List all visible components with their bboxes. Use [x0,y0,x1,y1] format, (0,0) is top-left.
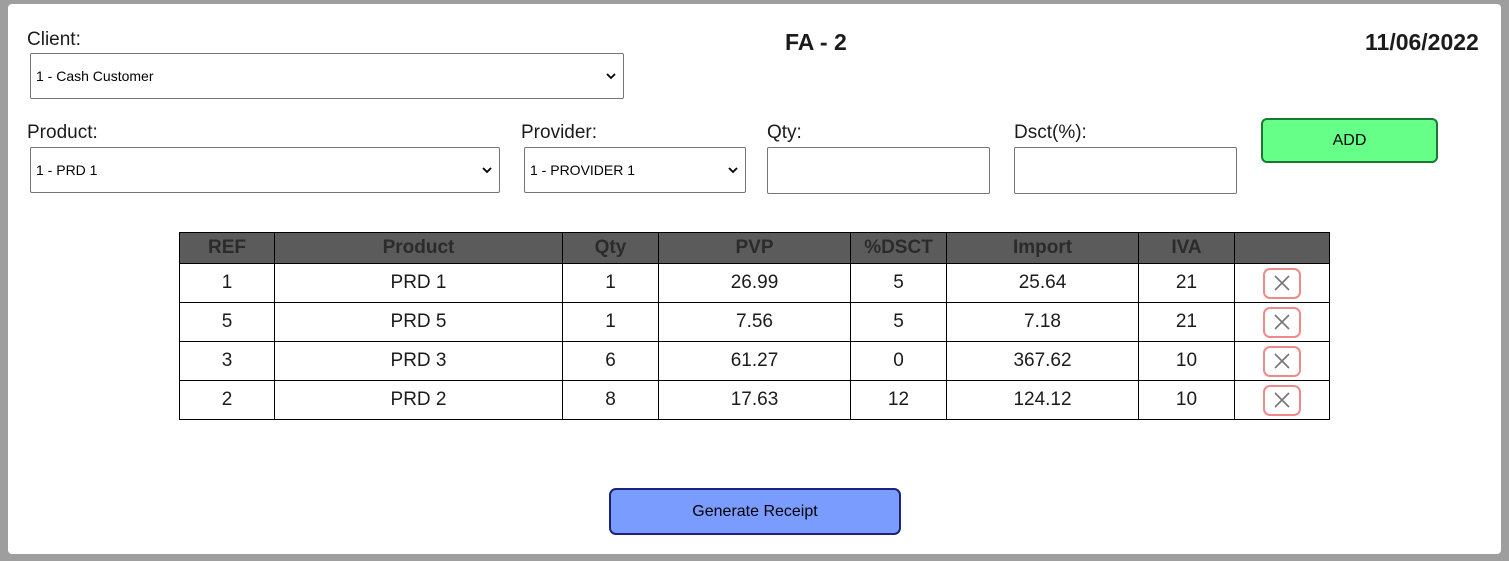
invoice-page: Client: FA - 2 11/06/2022 1 - Cash Custo… [8,4,1501,554]
client-select[interactable]: 1 - Cash Customer [30,53,624,99]
cell-product: PRD 3 [274,341,563,381]
client-select-value: 1 - Cash Customer [36,68,154,84]
cell-pvp: 7.56 [658,302,851,342]
cell-import: 7.18 [946,302,1139,342]
add-button[interactable]: ADD [1261,118,1438,163]
qty-input[interactable] [767,147,990,194]
dsct-input[interactable] [1014,147,1237,194]
col-product: Product [274,232,563,264]
col-pvp: PVP [658,232,851,264]
col-import: Import [946,232,1139,264]
cell-qty: 1 [562,302,659,342]
dsct-label: Dsct(%): [1014,122,1087,143]
close-icon [1274,392,1290,408]
table-header-row: REF Product Qty PVP %DSCT Import IVA [179,232,1330,264]
chevron-down-icon [728,167,738,174]
table-row: 3 PRD 3 6 61.27 0 367.62 10 [179,341,1330,381]
provider-label: Provider: [521,122,598,143]
cell-qty: 6 [562,341,659,381]
cell-dsct: 0 [850,341,947,381]
cell-actions [1234,341,1330,381]
table-row: 1 PRD 1 1 26.99 5 25.64 21 [179,263,1330,303]
col-ref: REF [179,232,275,264]
chevron-down-icon [606,73,616,80]
invoice-date: 11/06/2022 [1365,29,1479,55]
cell-ref: 5 [179,302,275,342]
provider-select-value: 1 - PROVIDER 1 [530,162,636,178]
cell-iva: 10 [1138,341,1235,381]
client-label: Client: [27,29,81,50]
product-select-value: 1 - PRD 1 [36,162,98,178]
delete-row-button[interactable] [1263,267,1301,299]
col-dsct: %DSCT [850,232,947,264]
cell-iva: 21 [1138,263,1235,303]
cell-dsct: 5 [850,263,947,303]
cell-dsct: 12 [850,380,947,420]
close-icon [1274,314,1290,330]
cell-pvp: 17.63 [658,380,851,420]
col-actions [1234,232,1330,264]
cell-import: 25.64 [946,263,1139,303]
cell-qty: 1 [562,263,659,303]
cell-product: PRD 2 [274,380,563,420]
cell-iva: 10 [1138,380,1235,420]
cell-actions [1234,302,1330,342]
cell-pvp: 26.99 [658,263,851,303]
cell-product: PRD 1 [274,263,563,303]
cell-ref: 1 [179,263,275,303]
table-row: 5 PRD 5 1 7.56 5 7.18 21 [179,302,1330,342]
cell-qty: 8 [562,380,659,420]
invoice-code: FA - 2 [785,29,847,55]
delete-row-button[interactable] [1263,345,1301,377]
delete-row-button[interactable] [1263,384,1301,416]
col-iva: IVA [1138,232,1235,264]
cell-actions [1234,263,1330,303]
cell-actions [1234,380,1330,420]
cell-import: 124.12 [946,380,1139,420]
generate-receipt-button[interactable]: Generate Receipt [609,488,901,535]
col-qty: Qty [562,232,659,264]
cell-ref: 2 [179,380,275,420]
cell-dsct: 5 [850,302,947,342]
items-table: REF Product Qty PVP %DSCT Import IVA 1 P… [179,232,1330,420]
close-icon [1274,275,1290,291]
product-label: Product: [27,122,98,143]
table-row: 2 PRD 2 8 17.63 12 124.12 10 [179,380,1330,420]
cell-import: 367.62 [946,341,1139,381]
delete-row-button[interactable] [1263,306,1301,338]
cell-product: PRD 5 [274,302,563,342]
cell-ref: 3 [179,341,275,381]
provider-select[interactable]: 1 - PROVIDER 1 [524,147,746,193]
close-icon [1274,353,1290,369]
chevron-down-icon [482,167,492,174]
cell-iva: 21 [1138,302,1235,342]
qty-label: Qty: [767,122,802,143]
cell-pvp: 61.27 [658,341,851,381]
product-select[interactable]: 1 - PRD 1 [30,147,500,193]
